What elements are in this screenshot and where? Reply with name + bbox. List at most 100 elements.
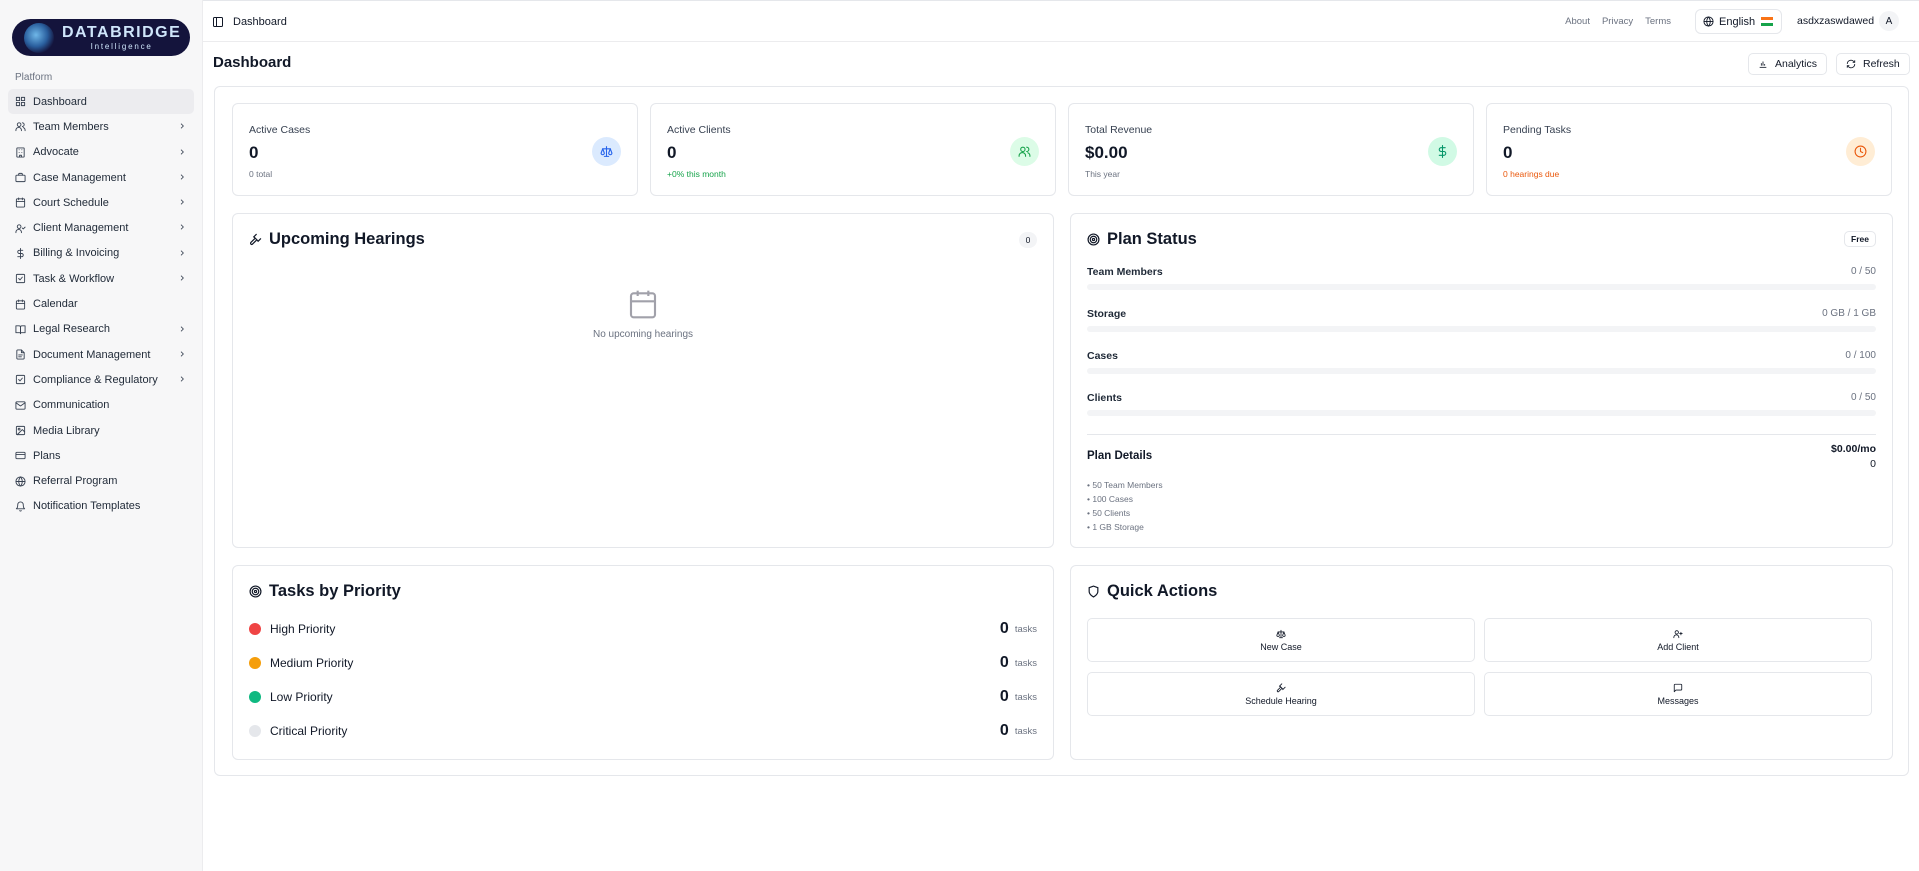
file-icon (16, 349, 25, 360)
avatar[interactable]: A (1879, 11, 1899, 31)
link-about[interactable]: About (1565, 16, 1590, 27)
quick-action-messages-button[interactable]: Messages (1484, 672, 1872, 716)
usage-value: 0 / 50 (1850, 392, 1876, 403)
refresh-button[interactable]: Refresh (1836, 53, 1910, 75)
stat-card-pending-tasks: Pending Tasks 0 0 hearings due (1486, 103, 1892, 196)
sidebar-item-plans[interactable]: Plans (8, 443, 194, 468)
sidebar-item-dashboard[interactable]: Dashboard (8, 89, 194, 115)
sidebar: DATABRIDGE Intelligence Platform Dashboa… (0, 0, 203, 871)
refresh-icon (1846, 59, 1856, 69)
priority-count: 0 (999, 620, 1009, 637)
priority-unit: tasks (1014, 657, 1037, 669)
sidebar-item-team-members[interactable]: Team Members (8, 114, 194, 139)
plan-badge: Free (1844, 231, 1876, 247)
usage-value: 0 / 100 (1845, 350, 1876, 361)
briefcase-icon (15, 172, 26, 183)
message-icon (1673, 683, 1683, 692)
sidebar-item-document-management[interactable]: Document Management (8, 342, 194, 367)
priority-dot (249, 725, 261, 737)
stat-label: Active Clients (667, 124, 731, 136)
dollar-icon (17, 247, 24, 259)
priority-row-medium-priority: Medium Priority 0 tasks (249, 653, 1037, 673)
sidebar-item-case-management[interactable]: Case Management (8, 165, 194, 190)
stat-card-total-revenue: Total Revenue $0.00 This year (1068, 103, 1474, 196)
sidebar-item-legal-research[interactable]: Legal Research (8, 317, 194, 342)
quick-action-new-case-button[interactable]: New Case (1087, 618, 1475, 662)
stat-sub: 0 hearings due (1503, 169, 1560, 179)
gavel-icon (249, 233, 262, 246)
divider (1087, 434, 1876, 435)
chevron-right-icon (180, 148, 184, 155)
tasks-by-priority-card: Tasks by Priority High Priority 0 tasks Med… (232, 565, 1054, 760)
sidebar-item-label: Media Library (33, 424, 100, 437)
chevron-right-icon (180, 250, 184, 256)
sidebar-item-label: Court Schedule (33, 196, 109, 209)
plan-title: Plan Status (1107, 230, 1197, 248)
book-icon (15, 325, 26, 334)
usage-value: 0 GB / 1 GB (1822, 308, 1876, 319)
usage-label: Cases (1087, 350, 1118, 362)
analytics-label: Analytics (1775, 58, 1818, 70)
sidebar-item-label: Client Management (33, 222, 129, 235)
stat-value: 0 (249, 143, 259, 162)
priority-name: High Priority (270, 622, 336, 636)
link-terms[interactable]: Terms (1645, 16, 1671, 27)
plan-details-count: 0 (1870, 458, 1876, 470)
bell-icon (15, 501, 26, 512)
language-selector[interactable]: English (1695, 9, 1782, 34)
sidebar-item-compliance-regulatory[interactable]: Compliance & Regulatory (8, 367, 194, 392)
check-square-icon (15, 274, 26, 284)
link-privacy[interactable]: Privacy (1602, 16, 1633, 27)
stat-sub: 0 total (249, 169, 273, 179)
breadcrumb[interactable]: Dashboard (233, 16, 287, 28)
usage-label: Team Members (1087, 266, 1163, 278)
sidebar-item-billing-invoicing[interactable]: Billing & Invoicing (8, 241, 194, 266)
plan-feature-item: • 1 GB Storage (1087, 522, 1144, 532)
quick-action-label: New Case (1260, 641, 1302, 652)
credit-card-icon (15, 452, 26, 460)
hearings-count-badge: 0 (1019, 232, 1037, 248)
priority-row-critical-priority: Critical Priority 0 tasks (249, 721, 1037, 741)
priority-unit: tasks (1014, 691, 1037, 703)
calendar-icon (15, 298, 26, 310)
sidebar-item-task-workflow[interactable]: Task & Workflow (8, 266, 194, 291)
user-name[interactable]: asdxzaswdawed (1797, 15, 1874, 27)
priority-count: 0 (999, 688, 1009, 705)
plan-feature-item: • 100 Cases (1087, 494, 1133, 504)
sidebar-toggle-icon[interactable] (212, 16, 224, 28)
sidebar-item-label: Communication (33, 399, 110, 412)
sidebar-item-court-schedule[interactable]: Court Schedule (8, 190, 194, 215)
quick-action-add-client-button[interactable]: Add Client (1484, 618, 1872, 662)
sidebar-item-label: Team Members (33, 120, 109, 133)
brand-tagline: Intelligence (90, 41, 153, 51)
globe-icon (1703, 16, 1714, 27)
usage-row-clients: Clients 0 / 50 (1087, 392, 1876, 422)
brand-logo[interactable]: DATABRIDGE Intelligence (12, 19, 190, 56)
clock-icon (1854, 145, 1867, 158)
sidebar-item-client-management[interactable]: Client Management (8, 215, 194, 240)
chevron-right-icon (180, 326, 184, 332)
shield-icon (1088, 585, 1099, 598)
sidebar-item-advocate[interactable]: Advocate (8, 140, 194, 165)
priority-count: 0 (999, 722, 1009, 739)
stat-icon-badge (1846, 137, 1875, 166)
sidebar-item-label: Notification Templates (33, 500, 141, 513)
dashboard-panel: Active Cases 0 0 total Active Clients 0 +0% t… (214, 86, 1909, 776)
plan-status-card: Plan Status Free Team Members 0 / 50 Stora… (1070, 213, 1893, 548)
priority-name: Medium Priority (270, 656, 354, 670)
priority-dot (249, 691, 261, 703)
quick-action-schedule-hearing-button[interactable]: Schedule Hearing (1087, 672, 1475, 716)
sidebar-item-media-library[interactable]: Media Library (8, 418, 194, 443)
language-label: English (1719, 15, 1756, 28)
dollar-icon (1438, 145, 1447, 158)
sidebar-item-communication[interactable]: Communication (8, 393, 194, 418)
sidebar-item-referral-program[interactable]: Referral Program (8, 468, 194, 493)
sidebar-item-notification-templates[interactable]: Notification Templates (8, 494, 194, 519)
analytics-button[interactable]: Analytics (1748, 53, 1828, 75)
sidebar-item-label: Calendar (33, 298, 78, 311)
chevron-right-icon (180, 123, 184, 129)
sidebar-item-label: Advocate (33, 146, 79, 159)
chevron-right-icon (180, 351, 184, 357)
sidebar-item-calendar[interactable]: Calendar (8, 291, 194, 316)
stat-icon-badge (1428, 137, 1457, 166)
